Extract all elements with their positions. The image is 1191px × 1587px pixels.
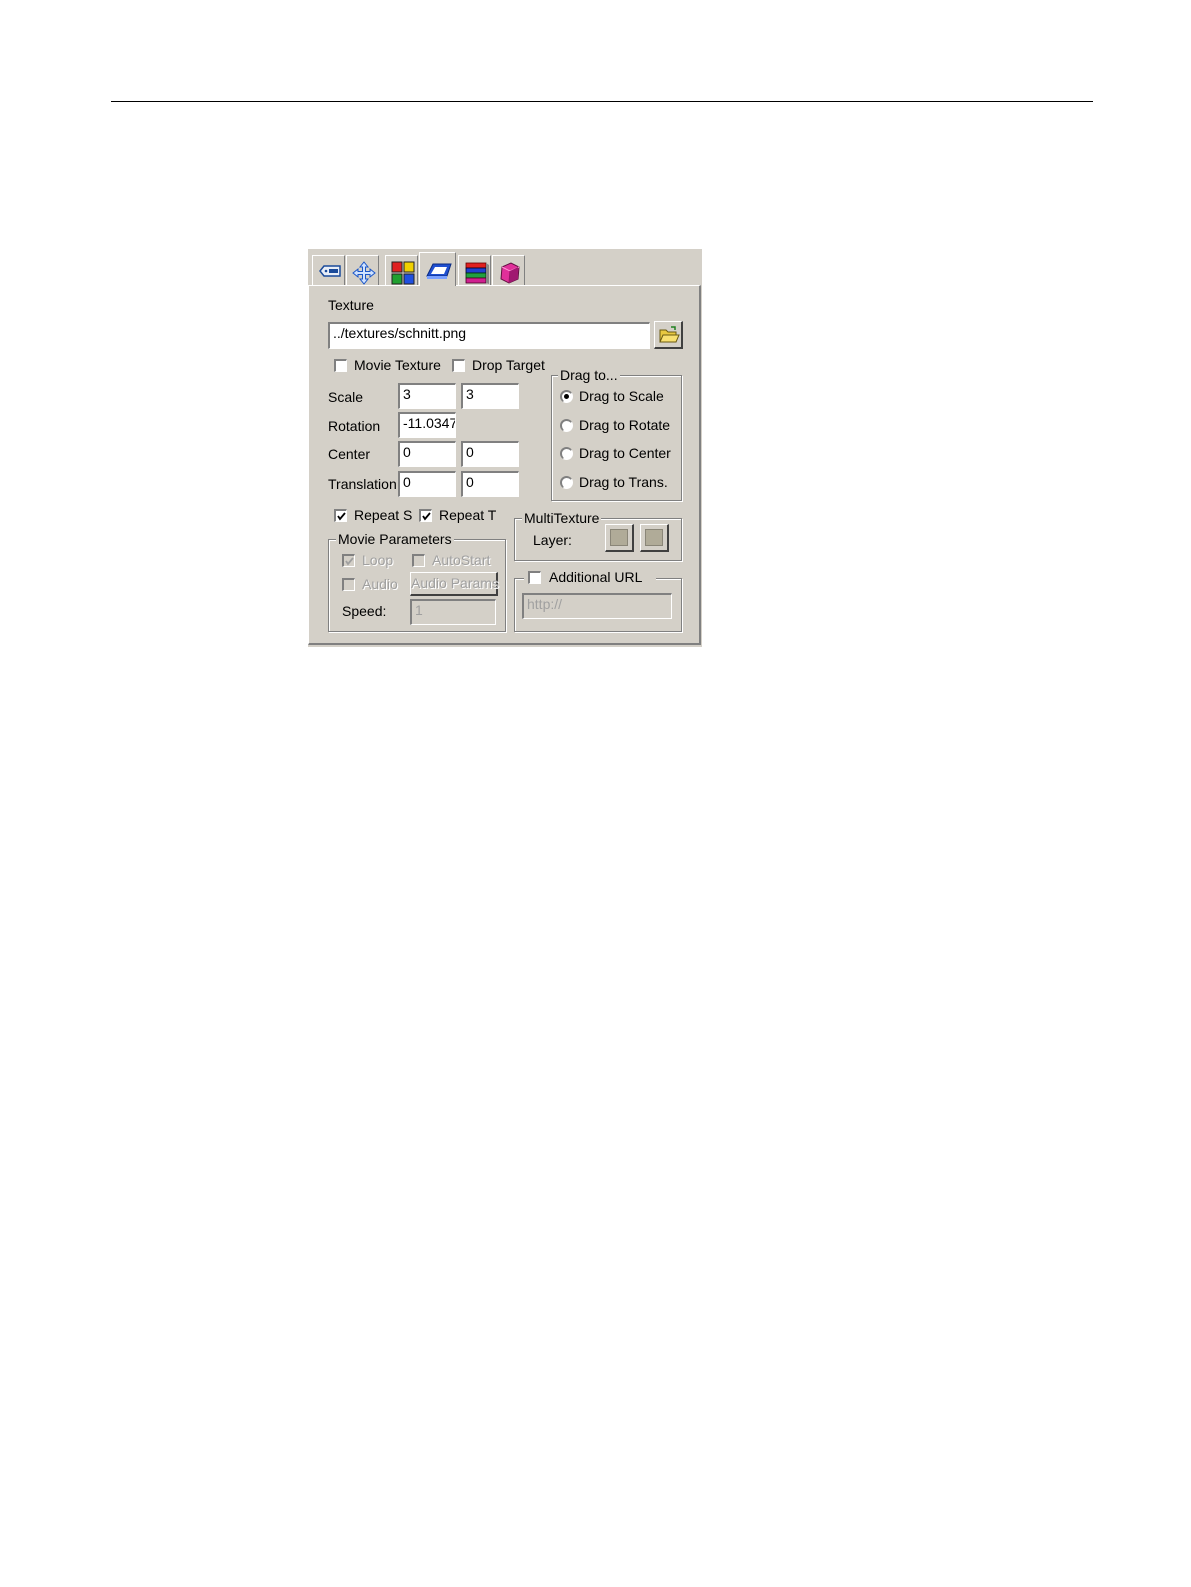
open-folder-icon — [659, 326, 680, 343]
drag-to-rotate-radio[interactable] — [560, 419, 573, 432]
center-t-input[interactable]: 0 — [461, 441, 519, 467]
drag-to-scale-radio[interactable] — [560, 390, 573, 403]
tab-strip — [308, 249, 702, 287]
audio-label: Audio — [362, 576, 398, 592]
translation-s-input[interactable]: 0 — [398, 471, 456, 497]
tab-material[interactable] — [385, 255, 418, 285]
layer-label: Layer: — [533, 532, 572, 548]
repeat-s-checkbox[interactable] — [334, 509, 347, 522]
speed-label: Speed: — [342, 603, 387, 619]
speed-input[interactable]: 1 — [410, 599, 496, 625]
drop-target-checkbox[interactable] — [452, 359, 465, 372]
drag-to-trans-radio[interactable] — [560, 476, 573, 489]
color-grid-icon — [391, 261, 415, 285]
translation-t-input[interactable]: 0 — [461, 471, 519, 497]
layer-2-button[interactable] — [640, 524, 669, 552]
movie-parameters-legend: Movie Parameters — [336, 531, 454, 547]
cube-icon — [500, 262, 520, 284]
center-s-input[interactable]: 0 — [398, 441, 456, 467]
autostart-checkbox[interactable] — [412, 554, 425, 567]
drag-to-trans-label: Drag to Trans. — [579, 474, 668, 490]
center-label: Center — [328, 446, 371, 462]
drag-to-rotate-label: Drag to Rotate — [579, 417, 671, 433]
loop-label: Loop — [362, 552, 394, 568]
repeat-t-label: Repeat T — [439, 507, 497, 523]
tab-texture[interactable] — [419, 252, 456, 286]
scale-t-input[interactable]: 3 — [461, 383, 519, 409]
browse-texture-button[interactable] — [654, 321, 683, 349]
additional-url-checkbox[interactable] — [528, 571, 541, 584]
audio-checkbox[interactable] — [342, 578, 355, 591]
rotation-label: Rotation — [328, 418, 381, 434]
audio-params-button[interactable]: Audio Params — [410, 572, 499, 596]
rotation-input[interactable]: -11.0347 — [398, 412, 456, 438]
loop-checkbox[interactable] — [342, 554, 355, 567]
drag-to-legend: Drag to... — [558, 367, 620, 383]
layer-1-button[interactable] — [605, 524, 634, 552]
translation-label: Translation — [328, 476, 397, 492]
id-tag-icon — [319, 265, 341, 277]
layers-icon — [465, 262, 489, 284]
additional-url-input[interactable]: http:// — [522, 593, 672, 619]
move-arrows-icon — [352, 261, 376, 285]
drag-to-center-radio[interactable] — [560, 447, 573, 460]
tab-layers[interactable] — [458, 255, 491, 285]
tab-shape[interactable] — [492, 255, 525, 285]
autostart-label: AutoStart — [432, 552, 491, 568]
drop-target-label: Drop Target — [472, 357, 545, 373]
tab-transform[interactable] — [346, 255, 379, 285]
scale-label: Scale — [328, 389, 364, 405]
movie-texture-checkbox[interactable] — [334, 359, 347, 372]
tab-id[interactable] — [312, 255, 345, 285]
scale-s-input[interactable]: 3 — [398, 383, 456, 409]
multitexture-legend: MultiTexture — [522, 510, 602, 526]
texture-plane-icon — [426, 263, 452, 279]
page-top-rule — [111, 101, 1093, 102]
texture-label: Texture — [328, 297, 374, 313]
drag-to-center-label: Drag to Center — [579, 445, 671, 461]
repeat-t-checkbox[interactable] — [419, 509, 432, 522]
texture-properties-dialog: Texture ../textures/schnitt.png Movie Te… — [308, 249, 702, 647]
drag-to-scale-label: Drag to Scale — [579, 388, 664, 404]
texture-path-input[interactable]: ../textures/schnitt.png — [328, 322, 650, 349]
repeat-s-label: Repeat S — [354, 507, 413, 523]
additional-url-legend: Additional URL — [524, 568, 656, 588]
additional-url-label: Additional URL — [549, 569, 643, 585]
movie-texture-label: Movie Texture — [354, 357, 441, 373]
texture-panel: Texture ../textures/schnitt.png Movie Te… — [308, 285, 701, 645]
